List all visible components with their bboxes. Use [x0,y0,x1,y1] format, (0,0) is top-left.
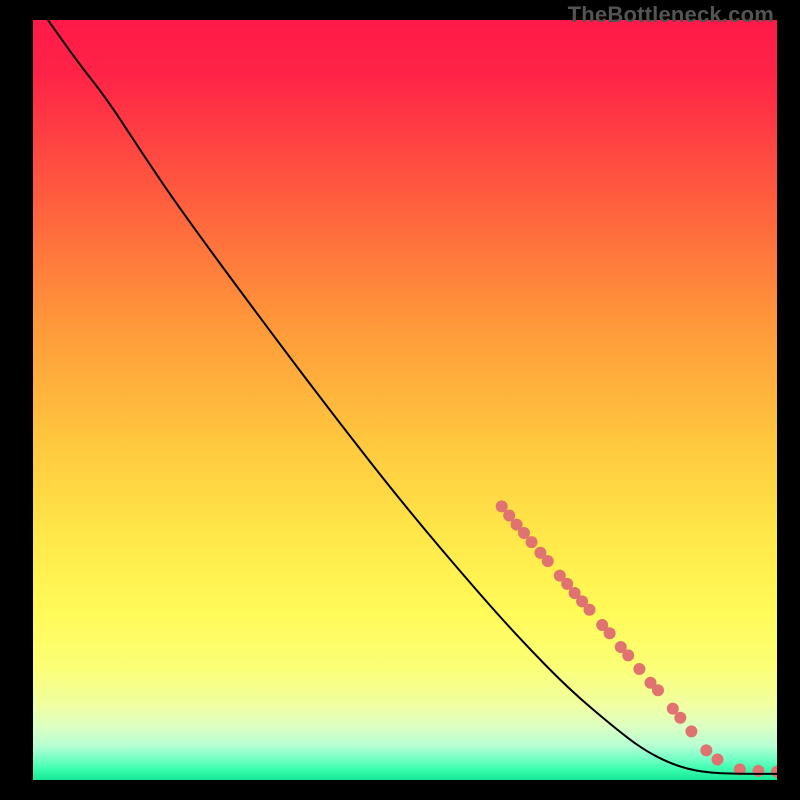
watermark-label: TheBottleneck.com [568,2,774,28]
bottleneck-curve [48,20,777,774]
data-marker [622,649,634,661]
plot-area [33,20,777,780]
data-marker [604,627,616,639]
data-marker [752,765,764,777]
data-marker [685,725,697,737]
data-marker [712,754,724,766]
data-marker [542,555,554,567]
data-marker [700,744,712,756]
data-marker [584,604,596,616]
markers-group [496,500,777,777]
chart-frame: TheBottleneck.com [0,0,800,800]
data-marker [526,536,538,548]
data-marker [674,712,686,724]
curve-layer [33,20,777,780]
data-marker [652,684,664,696]
data-marker [771,766,777,778]
data-marker [633,663,645,675]
